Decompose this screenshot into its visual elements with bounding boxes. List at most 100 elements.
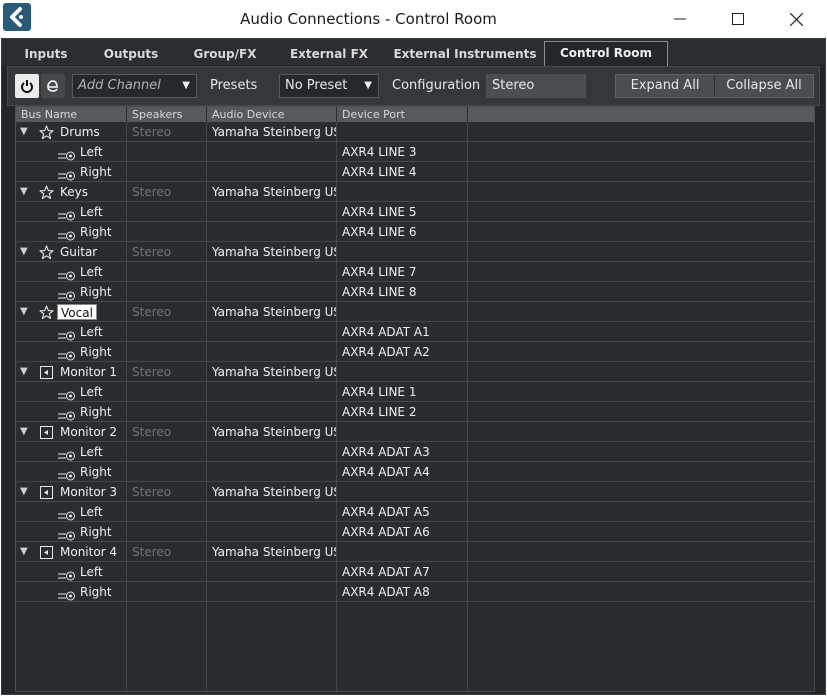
channel-row[interactable]: Left AXR4 ADAT A3: [16, 442, 814, 462]
expand-triangle-icon[interactable]: ▼: [20, 422, 28, 442]
channel-row[interactable]: Left AXR4 LINE 7: [16, 262, 814, 282]
audio-device-cell[interactable]: Yamaha Steinberg USB ASIO: [207, 122, 337, 142]
tab-group-fx[interactable]: Group/FX: [182, 43, 268, 65]
device-port-cell[interactable]: AXR4 LINE 2: [337, 402, 468, 422]
configuration-field[interactable]: Stereo: [486, 74, 586, 98]
channel-row[interactable]: Right AXR4 ADAT A6: [16, 522, 814, 542]
expand-triangle-icon[interactable]: ▼: [20, 542, 28, 562]
column-header-audio-device[interactable]: Audio Device: [207, 107, 337, 122]
bus-row[interactable]: ▼ Monitor 1 StereoYamaha Steinberg USB ASI…: [16, 362, 814, 382]
expand-triangle-icon[interactable]: ▼: [20, 182, 28, 202]
channel-row[interactable]: Left AXR4 ADAT A1: [16, 322, 814, 342]
audio-device-cell: [207, 262, 337, 282]
device-port-cell[interactable]: AXR4 LINE 7: [337, 262, 468, 282]
channel-row[interactable]: Left AXR4 ADAT A5: [16, 502, 814, 522]
bus-row[interactable]: ▼ Guitar StereoYamaha Steinberg USB ASIO: [16, 242, 814, 262]
device-port-cell[interactable]: AXR4 ADAT A7: [337, 562, 468, 582]
column-header-speakers[interactable]: Speakers: [127, 107, 207, 122]
add-channel-label: Add Channel: [78, 78, 161, 93]
bus-name-cell[interactable]: ▼ Keys: [16, 182, 127, 202]
device-port-cell[interactable]: AXR4 ADAT A5: [337, 502, 468, 522]
audio-device-cell: [207, 142, 337, 162]
device-port-cell[interactable]: AXR4 LINE 5: [337, 202, 468, 222]
channel-row[interactable]: Right AXR4 LINE 8: [16, 282, 814, 302]
window-title: Audio Connections - Control Room: [240, 10, 497, 28]
expand-triangle-icon[interactable]: ▼: [20, 302, 28, 322]
audio-device-cell[interactable]: Yamaha Steinberg USB ASIO: [207, 362, 337, 382]
bus-name-cell[interactable]: ▼ Guitar: [16, 242, 127, 262]
column-header-device-port[interactable]: Device Port: [337, 107, 468, 122]
bus-name[interactable]: Vocal: [57, 304, 97, 320]
device-port-cell[interactable]: AXR4 ADAT A2: [337, 342, 468, 362]
audio-device-cell[interactable]: Yamaha Steinberg USB ASIO: [207, 242, 337, 262]
channel-row[interactable]: Left AXR4 LINE 3: [16, 142, 814, 162]
tab-external-fx[interactable]: External FX: [280, 43, 378, 65]
preset-dropdown[interactable]: No Preset ▼: [279, 74, 379, 98]
bus-row[interactable]: ▼ Monitor 2 StereoYamaha Steinberg USB ASI…: [16, 422, 814, 442]
bus-row[interactable]: ▼ Monitor 3 StereoYamaha Steinberg USB ASI…: [16, 482, 814, 502]
bus-name-cell[interactable]: ▼ Monitor 4: [16, 542, 127, 562]
channel-row[interactable]: Left AXR4 LINE 1: [16, 382, 814, 402]
channel-row[interactable]: Right AXR4 LINE 4: [16, 162, 814, 182]
tab-outputs[interactable]: Outputs: [92, 43, 170, 65]
edit-button[interactable]: [41, 74, 65, 98]
bus-row[interactable]: ▼ Vocal StereoYamaha Steinberg USB ASIO: [16, 302, 814, 322]
star-icon: [39, 185, 54, 200]
device-port-cell[interactable]: AXR4 LINE 4: [337, 162, 468, 182]
audio-device-cell[interactable]: Yamaha Steinberg USB ASIO: [207, 542, 337, 562]
channel-connector-icon: [58, 267, 76, 281]
device-port-cell[interactable]: AXR4 LINE 3: [337, 142, 468, 162]
column-header-bus-name[interactable]: Bus Name: [16, 107, 127, 122]
bus-row[interactable]: ▼ Keys StereoYamaha Steinberg USB ASIO: [16, 182, 814, 202]
maximize-button[interactable]: [709, 0, 767, 38]
channel-row[interactable]: Left AXR4 LINE 5: [16, 202, 814, 222]
tab-inputs[interactable]: Inputs: [8, 43, 84, 65]
device-port-cell[interactable]: AXR4 LINE 8: [337, 282, 468, 302]
device-port-cell[interactable]: AXR4 ADAT A1: [337, 322, 468, 342]
audio-device-cell[interactable]: Yamaha Steinberg USB ASIO: [207, 182, 337, 202]
collapse-all-button[interactable]: Collapse All: [715, 75, 813, 97]
speaker-icon: [39, 365, 54, 380]
bus-name-cell[interactable]: ▼ Monitor 2: [16, 422, 127, 442]
expand-triangle-icon[interactable]: ▼: [20, 242, 28, 262]
bus-name-cell[interactable]: ▼ Vocal: [16, 302, 127, 322]
device-port-cell[interactable]: AXR4 LINE 6: [337, 222, 468, 242]
audio-device-cell[interactable]: Yamaha Steinberg USB ASIO: [207, 482, 337, 502]
device-port-cell[interactable]: AXR4 ADAT A6: [337, 522, 468, 542]
channel-row[interactable]: Right AXR4 LINE 2: [16, 402, 814, 422]
close-button[interactable]: [767, 0, 825, 38]
device-port-cell[interactable]: AXR4 LINE 1: [337, 382, 468, 402]
bus-row[interactable]: ▼ Monitor 4 StereoYamaha Steinberg USB ASI…: [16, 542, 814, 562]
bus-row[interactable]: ▼ Drums StereoYamaha Steinberg USB ASIO: [16, 122, 814, 142]
tab-external-instruments[interactable]: External Instruments: [392, 43, 538, 65]
speakers-cell: [127, 462, 207, 482]
expand-all-button[interactable]: Expand All: [616, 75, 714, 97]
device-port-cell: [337, 362, 468, 382]
audio-device-cell: [207, 282, 337, 302]
device-port-cell: [337, 542, 468, 562]
expand-triangle-icon[interactable]: ▼: [20, 122, 28, 142]
bus-name-cell[interactable]: ▼ Monitor 3: [16, 482, 127, 502]
audio-device-cell[interactable]: Yamaha Steinberg USB ASIO: [207, 302, 337, 322]
tab-control-room[interactable]: Control Room: [544, 41, 668, 66]
expand-triangle-icon[interactable]: ▼: [20, 482, 28, 502]
empty-cell: [468, 122, 814, 142]
channel-row[interactable]: Left AXR4 ADAT A7: [16, 562, 814, 582]
channel-row[interactable]: Right AXR4 LINE 6: [16, 222, 814, 242]
bus-name-cell[interactable]: ▼ Drums: [16, 122, 127, 142]
device-port-cell[interactable]: AXR4 ADAT A3: [337, 442, 468, 462]
minimize-button[interactable]: [651, 0, 709, 38]
channel-name: Right: [80, 345, 112, 359]
power-button[interactable]: [15, 74, 39, 98]
bus-name-cell[interactable]: ▼ Monitor 1: [16, 362, 127, 382]
channel-name-cell: Left: [16, 322, 127, 342]
audio-device-cell: [207, 202, 337, 222]
expand-triangle-icon[interactable]: ▼: [20, 362, 28, 382]
channel-row[interactable]: Right AXR4 ADAT A2: [16, 342, 814, 362]
add-channel-dropdown[interactable]: Add Channel ▼: [72, 74, 197, 98]
channel-row[interactable]: Right AXR4 ADAT A8: [16, 582, 814, 602]
device-port-cell[interactable]: AXR4 ADAT A4: [337, 462, 468, 482]
audio-device-cell[interactable]: Yamaha Steinberg USB ASIO: [207, 422, 337, 442]
device-port-cell[interactable]: AXR4 ADAT A8: [337, 582, 468, 602]
channel-row[interactable]: Right AXR4 ADAT A4: [16, 462, 814, 482]
